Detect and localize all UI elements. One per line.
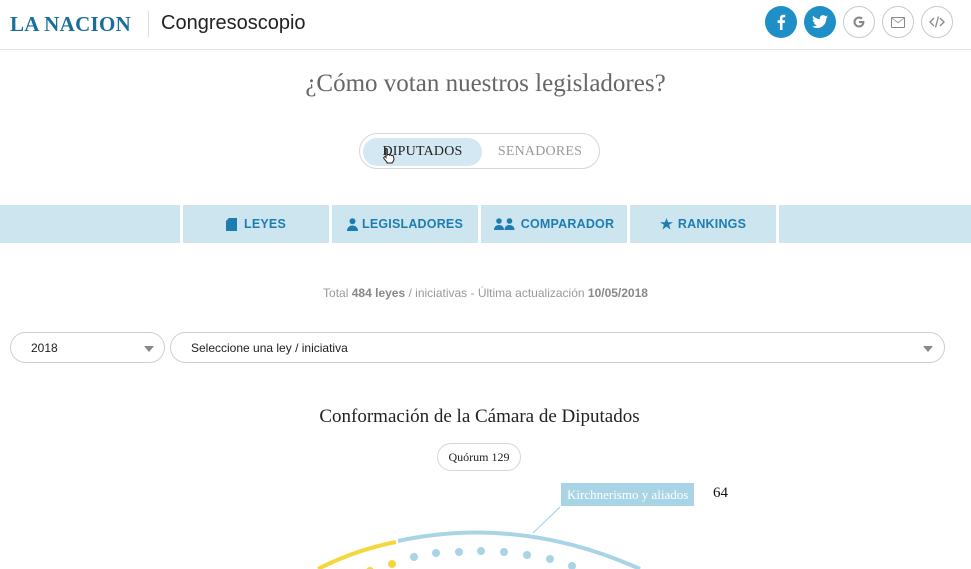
site-header: LA NACION Congresoscopio	[0, 0, 971, 50]
seat-dot[interactable]	[432, 549, 440, 557]
seat-dot[interactable]	[455, 548, 463, 556]
embed-share-button[interactable]	[921, 6, 953, 38]
seat-dot[interactable]	[500, 548, 508, 556]
nav-item-label: RANKINGS	[677, 217, 747, 231]
toggle-senadores[interactable]: SENADORES	[484, 138, 596, 166]
people-icon	[493, 218, 515, 230]
nav-item-comparador[interactable]: COMPARADOR	[481, 205, 627, 243]
totals-line: Total 484 leyes / iniciativas - Última a…	[0, 286, 971, 300]
app-title[interactable]: Congresoscopio	[161, 12, 306, 35]
page-question: ¿Cómo votan nuestros legisladores?	[305, 70, 666, 97]
header-divider	[148, 11, 149, 37]
brand-logo[interactable]: LA NACION	[10, 12, 131, 37]
chamber-title: Conformación de la Cámara de Diputados	[319, 406, 640, 427]
hand-pointer-icon	[383, 147, 395, 164]
chevron-down-icon	[923, 346, 933, 352]
seat-dot[interactable]	[388, 560, 396, 568]
seat-dot[interactable]	[523, 551, 531, 559]
nav-item-legisladores[interactable]: LEGISLADORES	[332, 205, 478, 243]
label-leader-line	[532, 506, 561, 534]
chamber-hemicycle	[317, 506, 641, 569]
facebook-icon	[777, 14, 786, 30]
nav-item-leyes[interactable]: LEYES	[183, 205, 329, 243]
cambiemos-arc	[317, 540, 397, 569]
nav-item-rankings[interactable]: RANKINGS	[630, 205, 776, 243]
law-select-value: Seleccione una ley / iniciativa	[191, 341, 348, 355]
law-select[interactable]: Seleccione una ley / iniciativa	[170, 332, 945, 363]
seat-dot[interactable]	[410, 553, 418, 561]
google-share-button[interactable]	[843, 6, 875, 38]
star-icon	[659, 218, 673, 230]
quorum-badge: Quórum 129	[437, 443, 521, 471]
embed-icon	[929, 16, 945, 28]
seat-dot[interactable]	[546, 555, 554, 563]
nav-divider	[776, 205, 779, 243]
seat-dot[interactable]	[477, 547, 485, 555]
seat-dots	[410, 547, 576, 569]
totals-prefix: Total	[323, 286, 349, 300]
google-icon	[853, 16, 865, 28]
totals-middle: / iniciativas - Última actualización	[408, 286, 585, 300]
mail-icon	[891, 16, 905, 28]
facebook-share-button[interactable]	[765, 6, 797, 38]
twitter-icon	[812, 15, 828, 28]
chevron-down-icon	[144, 346, 154, 352]
totals-date: 10/05/2018	[587, 286, 648, 300]
totals-count: 484 leyes	[351, 286, 406, 300]
document-icon	[226, 217, 237, 231]
year-select[interactable]: 2018	[10, 332, 165, 363]
nav-item-label: LEGISLADORES	[361, 217, 464, 231]
mail-share-button[interactable]	[882, 6, 914, 38]
nav-item-label: COMPARADOR	[520, 217, 615, 231]
nav-item-label: LEYES	[244, 217, 286, 231]
twitter-share-button[interactable]	[804, 6, 836, 38]
section-nav: LEYES LEGISLADORES COMPARADOR RANKINGS	[0, 205, 971, 243]
seat-dot[interactable]	[568, 562, 576, 569]
person-icon	[346, 217, 358, 231]
year-select-value: 2018	[31, 341, 58, 355]
